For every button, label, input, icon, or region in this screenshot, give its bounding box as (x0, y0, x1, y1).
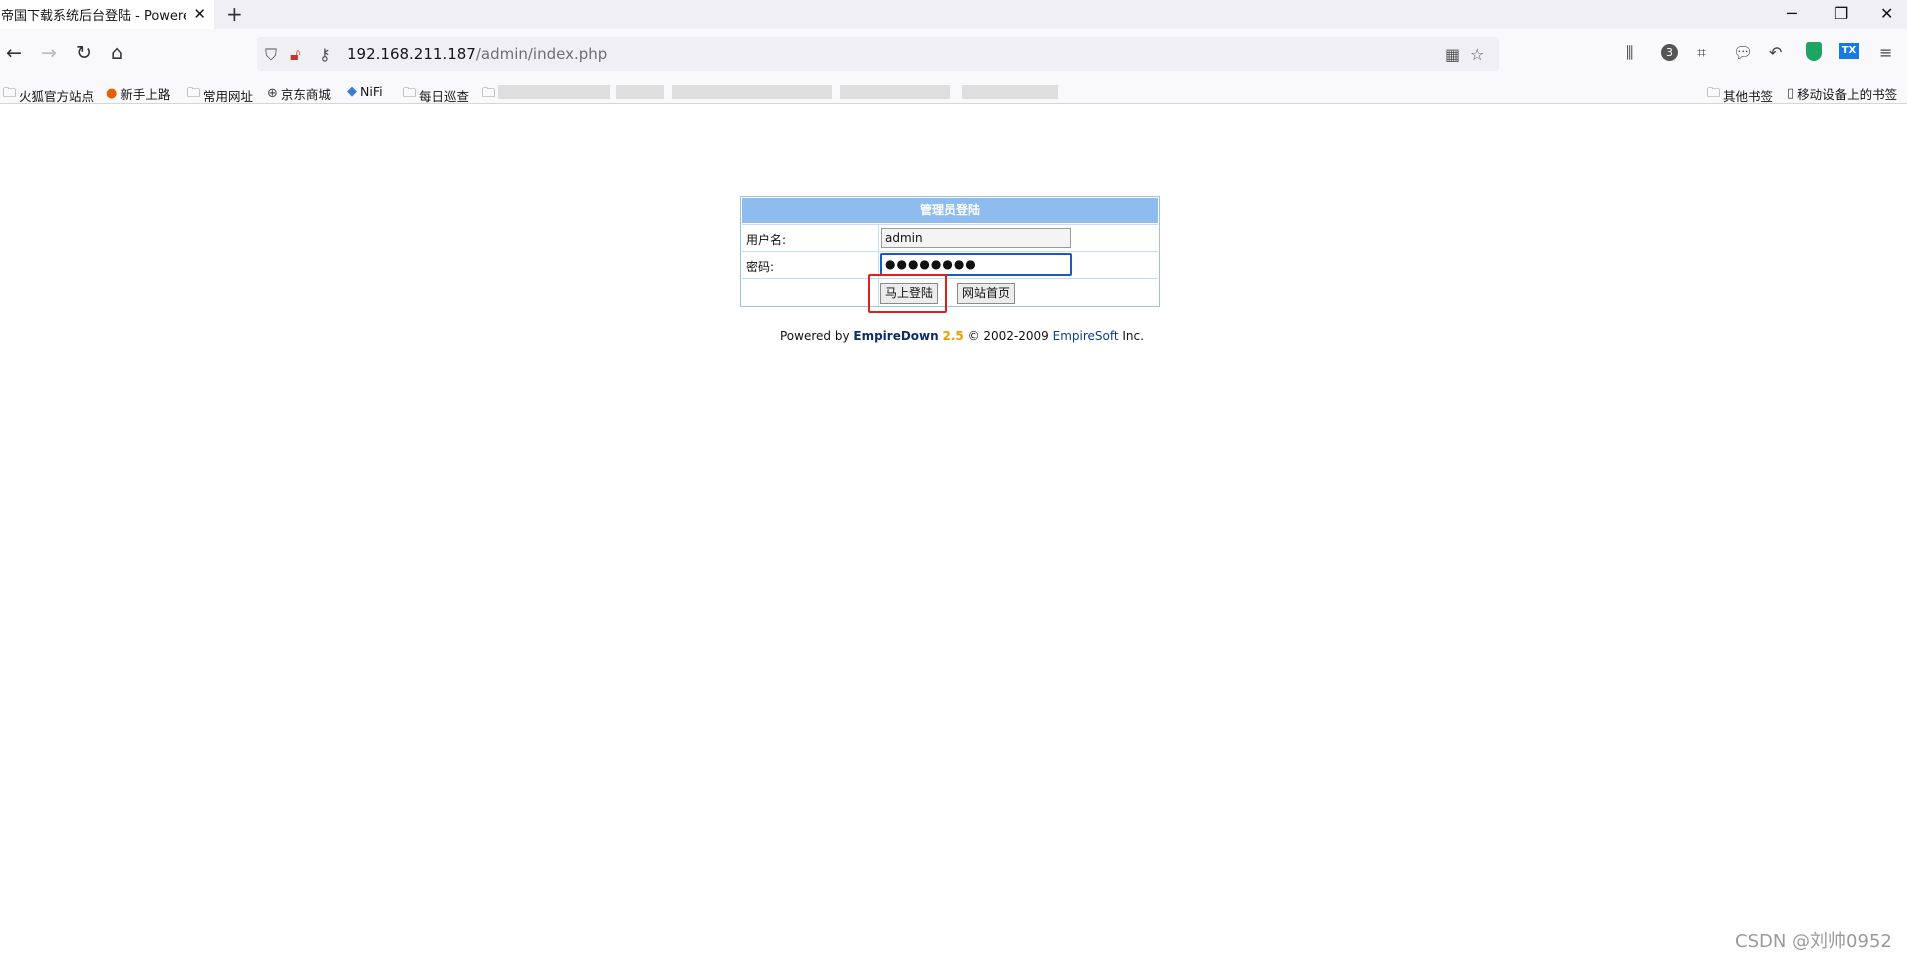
username-row: 用户名: admin (742, 224, 1158, 251)
bookmark-item[interactable]: 🗀 每日巡查 (403, 84, 469, 106)
crop-icon[interactable]: ⌗ (1697, 43, 1706, 63)
button-row: 马上登陆 网站首页 (742, 278, 1158, 306)
bookmark-item[interactable]: 🗀 常用网址 (187, 84, 253, 106)
folder-icon: 🗀 (1707, 86, 1721, 101)
footer-suffix: Inc. (1118, 329, 1144, 343)
powered-by-footer: Powered by EmpireDown 2.5 © 2002-2009 Em… (780, 329, 1144, 343)
blurred-bookmark (498, 85, 610, 99)
new-tab-button[interactable]: + (226, 2, 243, 26)
password-label: 密码: (746, 260, 775, 274)
tab-title: 帝国下载系统后台登陆 - Powered b (1, 9, 186, 24)
tab-strip: 帝国下载系统后台登陆 - Powered b ✕ + ─ ❐ ✕ (0, 0, 1907, 29)
tx-extension-icon[interactable]: TX (1839, 43, 1859, 59)
blurred-bookmark (672, 85, 832, 99)
qr-code-icon[interactable]: ▦ (1445, 45, 1460, 64)
folder-icon: 🗀 (3, 86, 17, 101)
url-text[interactable]: 192.168.211.187/admin/index.php (347, 45, 607, 63)
username-input[interactable]: admin (881, 228, 1071, 248)
login-header: 管理员登陆 (742, 198, 1158, 223)
folder-icon: 🗀 (482, 86, 496, 101)
tab-close-icon[interactable]: ✕ (193, 5, 206, 23)
bookmark-item[interactable]: 🗀 火狐官方站点 (3, 84, 94, 106)
bookmark-item[interactable]: 🗀 (482, 84, 498, 106)
copyright-text: © 2002-2009 (963, 329, 1053, 343)
url-host: 192.168.211.187 (347, 45, 476, 63)
url-path: /admin/index.php (475, 45, 608, 63)
bookmark-item[interactable]: ● 新手上路 (106, 84, 170, 103)
brand-link[interactable]: EmpireDown (853, 329, 938, 343)
version-label: 2.5 (942, 329, 964, 343)
username-label: 用户名: (746, 233, 787, 247)
undo-icon[interactable]: ↶ (1769, 43, 1782, 62)
key-icon[interactable]: ⚷ (319, 45, 331, 64)
password-row: 密码: ●●●●●●●● (742, 251, 1158, 278)
bookmark-item[interactable]: ⊕ 京东商城 (267, 84, 331, 103)
reload-icon[interactable]: ↻ (76, 42, 92, 64)
browser-tab[interactable]: 帝国下载系统后台登陆 - Powered b ✕ (0, 0, 214, 29)
blurred-bookmark (840, 85, 950, 99)
highlight-box (868, 274, 947, 313)
blurred-bookmark (616, 85, 664, 99)
close-window-button[interactable]: ✕ (1880, 4, 1893, 23)
folder-icon: 🗀 (187, 86, 201, 101)
bookmark-item[interactable]: 🗀 其他书签 (1707, 84, 1773, 106)
mobile-icon: ▯ (1787, 86, 1795, 101)
library-icon[interactable]: ⫼ (1626, 43, 1633, 63)
back-arrow-icon[interactable]: ← (6, 42, 22, 64)
column-divider (878, 225, 879, 251)
chat-icon[interactable]: 💬︎ (1733, 43, 1753, 62)
watermark: CSDN @刘帅0952 (1735, 931, 1892, 952)
password-input[interactable]: ●●●●●●●● (880, 253, 1072, 276)
blurred-bookmark (962, 85, 1058, 99)
insecure-lock-icon[interactable]: 🔓︎ (290, 45, 300, 65)
address-bar[interactable]: ⛉ 🔓︎ ⚷ 192.168.211.187/admin/index.php ▦… (257, 37, 1499, 71)
bookmark-item[interactable]: ▯ 移动设备上的书签 (1787, 84, 1897, 103)
minimize-button[interactable]: ─ (1787, 4, 1797, 23)
folder-icon: 🗀 (403, 86, 417, 101)
drop-icon: ◆ (347, 84, 357, 99)
admin-login-form: 管理员登陆 用户名: admin 密码: ●●●●●●●● 马上登陆 网站首页 (740, 196, 1160, 307)
globe-icon: ⊕ (267, 86, 278, 101)
forward-arrow-icon[interactable]: → (41, 42, 57, 64)
tracking-shield-icon[interactable]: ⛉ (265, 45, 277, 65)
navigation-bar: ← → ↻ ⌂ ⛉ 🔓︎ ⚷ 192.168.211.187/admin/ind… (0, 29, 1907, 80)
home-page-button[interactable]: 网站首页 (957, 283, 1016, 304)
powered-prefix: Powered by (780, 329, 854, 343)
extension-badge-icon[interactable]: 3 (1661, 44, 1678, 61)
bookmark-star-icon[interactable]: ☆ (1470, 45, 1484, 64)
menu-icon[interactable]: ≡ (1879, 43, 1892, 62)
bookmarks-bar: 🗀 火狐官方站点 ● 新手上路 🗀 常用网址 ⊕ 京东商城 ◆ NiFi 🗀 每日巡查 🗀 … (0, 80, 1907, 104)
firefox-icon: ● (106, 86, 118, 101)
bookmark-item[interactable]: ◆ NiFi (347, 84, 383, 99)
company-link[interactable]: EmpireSoft (1053, 329, 1119, 343)
green-shield-icon[interactable] (1806, 42, 1822, 61)
restore-button[interactable]: ❐ (1834, 4, 1848, 23)
home-icon[interactable]: ⌂ (111, 42, 123, 64)
